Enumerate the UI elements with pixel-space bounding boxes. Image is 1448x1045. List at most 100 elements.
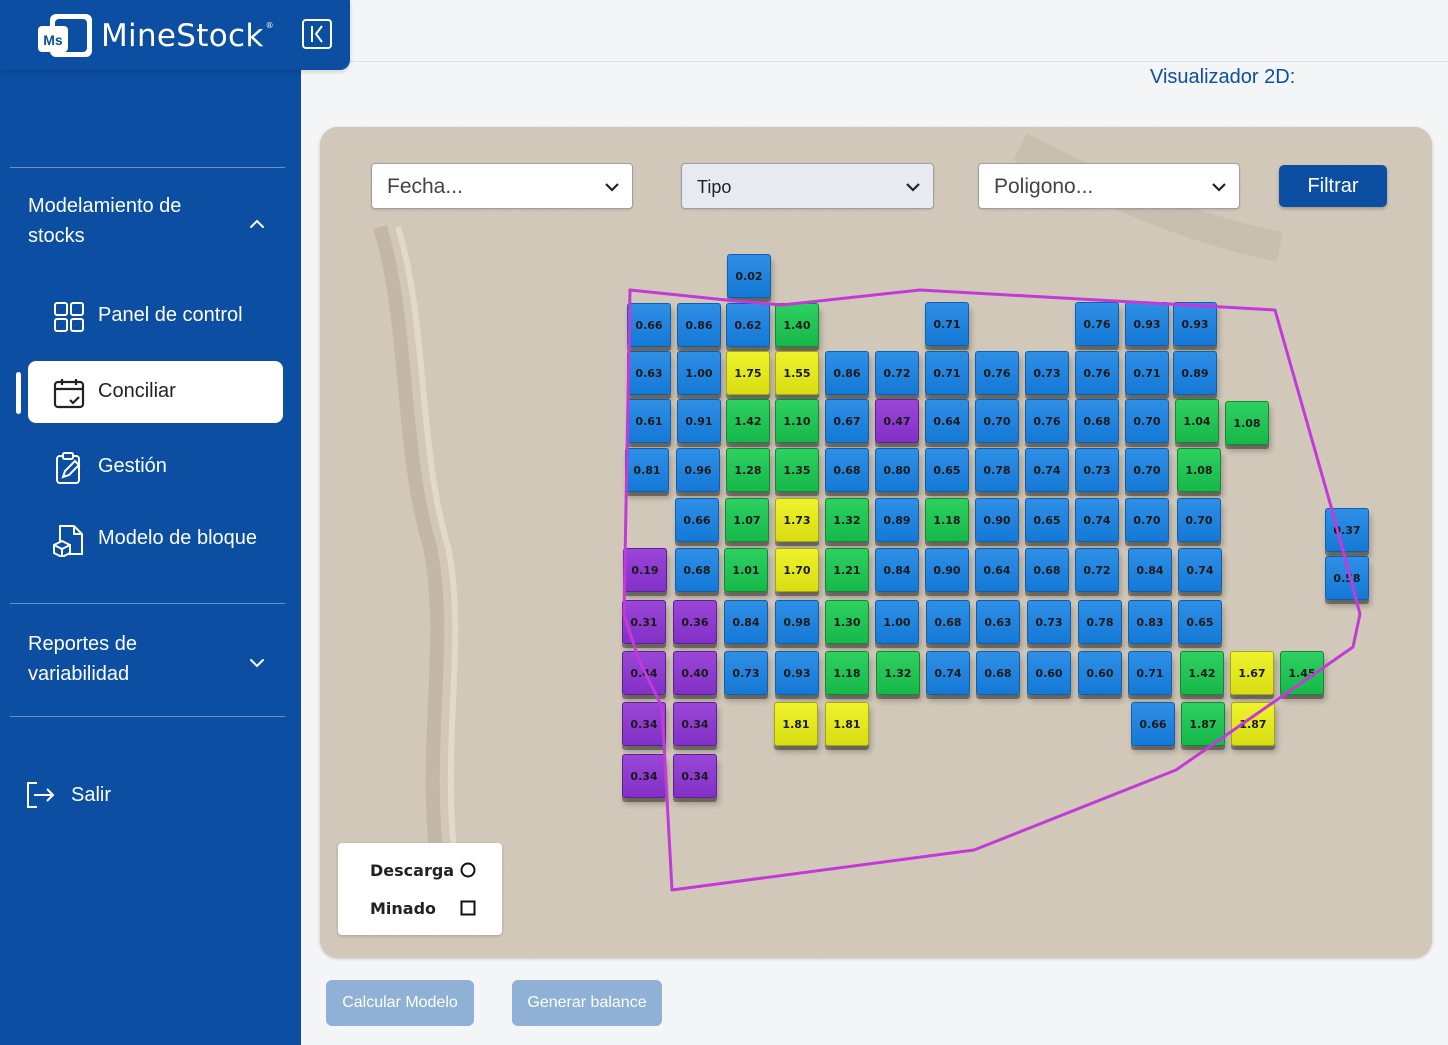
model-block[interactable]: 0.74 — [1075, 498, 1119, 542]
model-block[interactable]: 0.81 — [625, 448, 669, 492]
model-block[interactable]: 0.83 — [1128, 600, 1172, 644]
model-block[interactable]: 0.93 — [775, 651, 819, 695]
model-block[interactable]: 0.60 — [1078, 651, 1122, 695]
model-block[interactable]: 0.63 — [976, 600, 1020, 644]
filtrar-button[interactable]: Filtrar — [1279, 165, 1387, 207]
model-block[interactable]: 1.10 — [775, 399, 819, 443]
model-block[interactable]: 1.55 — [775, 351, 819, 395]
model-block[interactable]: 1.32 — [825, 498, 869, 542]
model-block[interactable]: 0.68 — [675, 548, 719, 592]
model-block[interactable]: 0.78 — [975, 448, 1019, 492]
model-block[interactable]: 0.74 — [926, 651, 970, 695]
model-block[interactable]: 0.91 — [677, 399, 721, 443]
model-block[interactable]: 0.68 — [926, 600, 970, 644]
model-block[interactable]: 1.28 — [726, 448, 770, 492]
model-block[interactable]: 0.58 — [1325, 556, 1369, 600]
model-block[interactable]: 1.87 — [1181, 702, 1225, 746]
model-block[interactable]: 1.87 — [1231, 702, 1275, 746]
model-block[interactable]: 0.98 — [775, 600, 819, 644]
model-block[interactable]: 0.73 — [724, 651, 768, 695]
model-block[interactable]: 1.01 — [724, 548, 768, 592]
model-block[interactable]: 0.76 — [975, 351, 1019, 395]
model-block[interactable]: 1.40 — [775, 303, 819, 347]
model-block[interactable]: 1.00 — [875, 600, 919, 644]
model-block[interactable]: 0.19 — [623, 548, 667, 592]
model-block[interactable]: 1.21 — [825, 548, 869, 592]
model-block[interactable]: 0.37 — [1325, 508, 1369, 552]
model-block[interactable]: 1.18 — [825, 651, 869, 695]
model-block[interactable]: 1.35 — [775, 448, 819, 492]
model-block[interactable]: 0.84 — [1128, 548, 1172, 592]
model-block[interactable]: 0.74 — [1025, 448, 1069, 492]
model-block[interactable]: 1.81 — [774, 702, 818, 746]
model-block[interactable]: 0.90 — [925, 548, 969, 592]
sidebar-item-conciliar[interactable]: Conciliar — [28, 361, 283, 423]
sidebar-item-gestion[interactable]: Gestión — [28, 436, 283, 498]
model-block[interactable]: 0.73 — [1075, 448, 1119, 492]
chevron-up-icon[interactable] — [248, 215, 266, 233]
model-block[interactable]: 0.62 — [726, 303, 770, 347]
model-block[interactable]: 0.60 — [1027, 651, 1071, 695]
model-block[interactable]: 0.65 — [925, 448, 969, 492]
logout-button[interactable]: Salir — [24, 778, 164, 814]
poligono-select[interactable]: Poligono... — [978, 163, 1240, 209]
collapse-sidebar-button[interactable] — [302, 19, 332, 49]
model-block[interactable]: 0.72 — [875, 351, 919, 395]
model-block[interactable]: 1.32 — [876, 651, 920, 695]
model-block[interactable]: 0.68 — [976, 651, 1020, 695]
model-block[interactable]: 0.70 — [1125, 448, 1169, 492]
model-block[interactable]: 0.89 — [1173, 351, 1217, 395]
legend-item-minado[interactable]: Minado — [352, 893, 488, 923]
model-block[interactable]: 0.36 — [673, 600, 717, 644]
model-block[interactable]: 0.68 — [825, 448, 869, 492]
model-block[interactable]: 0.80 — [875, 448, 919, 492]
model-block[interactable]: 1.08 — [1225, 401, 1269, 445]
model-block[interactable]: 0.84 — [724, 600, 768, 644]
model-block[interactable]: 0.34 — [622, 754, 666, 798]
model-block[interactable]: 0.66 — [627, 303, 671, 347]
model-block[interactable]: 1.70 — [775, 548, 819, 592]
model-block[interactable]: 0.40 — [673, 651, 717, 695]
model-block[interactable]: 0.71 — [1125, 351, 1169, 395]
model-block[interactable]: 0.70 — [1177, 498, 1221, 542]
model-block[interactable]: 1.07 — [725, 498, 769, 542]
model-block[interactable]: 1.18 — [925, 498, 969, 542]
model-block[interactable]: 1.08 — [1177, 448, 1221, 492]
viewer-2d[interactable]: Fecha... Tipo Poligono... Filtrar 0.02 0.… — [320, 127, 1432, 958]
model-block[interactable]: 0.64 — [925, 399, 969, 443]
model-block[interactable]: 1.45 — [1280, 651, 1324, 695]
model-block[interactable]: 0.34 — [673, 702, 717, 746]
model-block[interactable]: 0.65 — [1178, 600, 1222, 644]
fecha-select[interactable]: Fecha... — [371, 163, 633, 209]
model-block[interactable]: 0.89 — [875, 498, 919, 542]
model-block[interactable]: 0.44 — [622, 651, 666, 695]
chevron-down-icon[interactable] — [248, 654, 266, 672]
sidebar-item-modelo-de-bloque[interactable]: Modelo de bloque — [28, 508, 283, 570]
model-block[interactable]: 0.76 — [1075, 302, 1119, 346]
model-block[interactable]: 0.71 — [1128, 651, 1172, 695]
model-block[interactable]: 0.31 — [622, 600, 666, 644]
section-modelamiento[interactable]: Modelamiento de stocks — [28, 191, 218, 251]
model-block[interactable]: 0.70 — [1125, 498, 1169, 542]
model-block[interactable]: 0.70 — [1125, 399, 1169, 443]
model-block[interactable]: 0.86 — [825, 351, 869, 395]
model-block[interactable]: 0.90 — [975, 498, 1019, 542]
model-block[interactable]: 0.71 — [925, 351, 969, 395]
legend-item-descarga[interactable]: Descarga — [352, 855, 488, 885]
model-block[interactable]: 0.76 — [1025, 399, 1069, 443]
model-block[interactable]: 1.30 — [825, 600, 869, 644]
tipo-select[interactable]: Tipo — [681, 163, 934, 209]
model-block[interactable]: 0.76 — [1075, 351, 1119, 395]
model-block[interactable]: 0.34 — [673, 754, 717, 798]
model-block[interactable]: 1.81 — [825, 702, 869, 746]
model-block[interactable]: 0.73 — [1025, 351, 1069, 395]
model-block[interactable]: 0.66 — [1131, 702, 1175, 746]
model-block[interactable]: 0.63 — [627, 351, 671, 395]
model-block[interactable]: 1.67 — [1230, 651, 1274, 695]
model-block[interactable]: 0.84 — [875, 548, 919, 592]
model-block[interactable]: 0.74 — [1178, 548, 1222, 592]
model-block[interactable]: 0.65 — [1025, 498, 1069, 542]
model-block[interactable]: 1.00 — [677, 351, 721, 395]
model-block[interactable]: 0.64 — [975, 548, 1019, 592]
model-block[interactable]: 0.72 — [1075, 548, 1119, 592]
